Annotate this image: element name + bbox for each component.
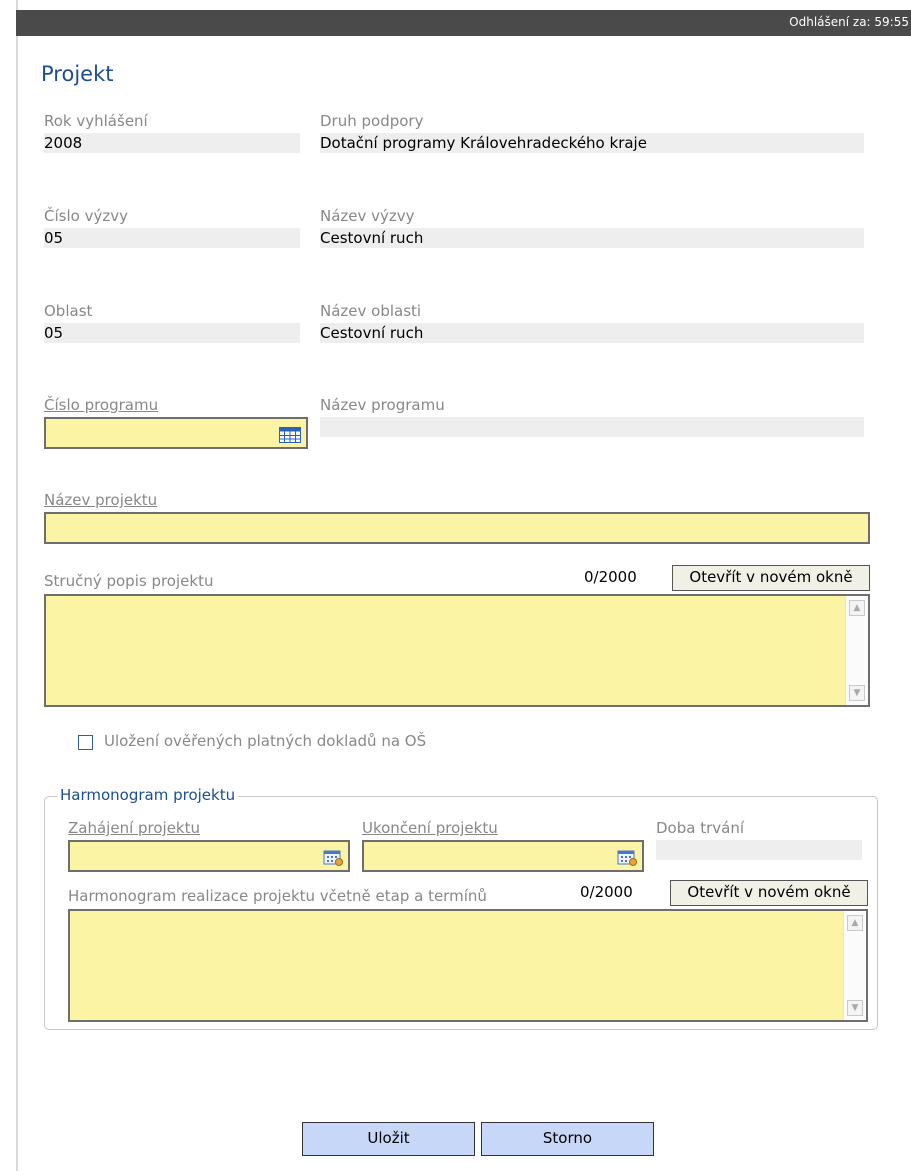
harmonogram-open-in-new-window-button[interactable]: Otevřít v novém okně: [670, 880, 868, 906]
strucny-popis-textarea[interactable]: ▲ ▼: [44, 594, 870, 707]
table-lookup-icon[interactable]: [279, 427, 301, 443]
nazev-projektu-input[interactable]: [44, 512, 870, 544]
nazev-oblasti-value: Cestovní ruch: [320, 323, 864, 343]
strucny-popis-counter: 0/2000: [584, 568, 637, 586]
session-timeout: Odhlášení za: 59:55: [789, 15, 909, 29]
ulozeni-dokladu-checkbox[interactable]: [78, 735, 93, 750]
save-button[interactable]: Uložit: [302, 1122, 475, 1156]
ulozeni-dokladu-label: Uložení ověřených platných dokladů na OŠ: [104, 732, 427, 750]
oblast-value: 05: [44, 323, 300, 343]
ukonceni-projektu-input[interactable]: [362, 840, 644, 872]
ukonceni-projektu-label: Ukončení projektu: [362, 819, 498, 837]
cislo-programu-label: Číslo programu: [44, 396, 159, 414]
nazev-programu-value: [320, 417, 864, 437]
cancel-button[interactable]: Storno: [481, 1122, 654, 1156]
nazev-projektu-label: Název projektu: [44, 491, 158, 509]
calendar-icon[interactable]: [617, 848, 637, 866]
oblast-label: Oblast: [44, 302, 93, 320]
scroll-down-icon[interactable]: ▼: [849, 685, 865, 701]
doba-trvani-label: Doba trvání: [656, 819, 745, 837]
nazev-vyzvy-label: Název výzvy: [320, 207, 415, 225]
rok-vyhlaseni-value: 2008: [44, 133, 300, 153]
zahajeni-projektu-input[interactable]: [68, 840, 350, 872]
strucny-popis-label: Stručný popis projektu: [44, 572, 214, 590]
page-title: Projekt: [41, 62, 114, 86]
zahajeni-projektu-label: Zahájení projektu: [68, 819, 201, 837]
scroll-up-icon[interactable]: ▲: [847, 915, 863, 931]
scroll-down-icon[interactable]: ▼: [847, 1000, 863, 1016]
open-in-new-window-button[interactable]: Otevřít v novém okně: [672, 565, 870, 591]
harmonogram-realizace-counter: 0/2000: [580, 883, 633, 901]
left-border: [16, 0, 18, 1171]
scroll-up-icon[interactable]: ▲: [849, 600, 865, 616]
cislo-vyzvy-label: Číslo výzvy: [44, 207, 128, 225]
scrollbar[interactable]: ▲ ▼: [845, 596, 868, 705]
scrollbar[interactable]: ▲ ▼: [843, 911, 866, 1020]
nazev-vyzvy-value: Cestovní ruch: [320, 228, 864, 248]
druh-podpory-value: Dotační programy Královehradeckého kraje: [320, 133, 864, 153]
top-bar: [16, 10, 911, 36]
harmonogram-realizace-textarea[interactable]: ▲ ▼: [68, 909, 868, 1022]
cislo-vyzvy-value: 05: [44, 228, 300, 248]
rok-vyhlaseni-label: Rok vyhlášení: [44, 112, 148, 130]
doba-trvani-value: [656, 840, 862, 860]
cislo-programu-input[interactable]: [44, 417, 308, 449]
nazev-oblasti-label: Název oblasti: [320, 302, 422, 320]
harmonogram-realizace-label: Harmonogram realizace projektu včetně et…: [68, 887, 487, 905]
nazev-programu-label: Název programu: [320, 396, 445, 414]
druh-podpory-label: Druh podpory: [320, 112, 424, 130]
calendar-icon[interactable]: [323, 848, 343, 866]
harmonogram-legend: Harmonogram projektu: [57, 786, 239, 804]
